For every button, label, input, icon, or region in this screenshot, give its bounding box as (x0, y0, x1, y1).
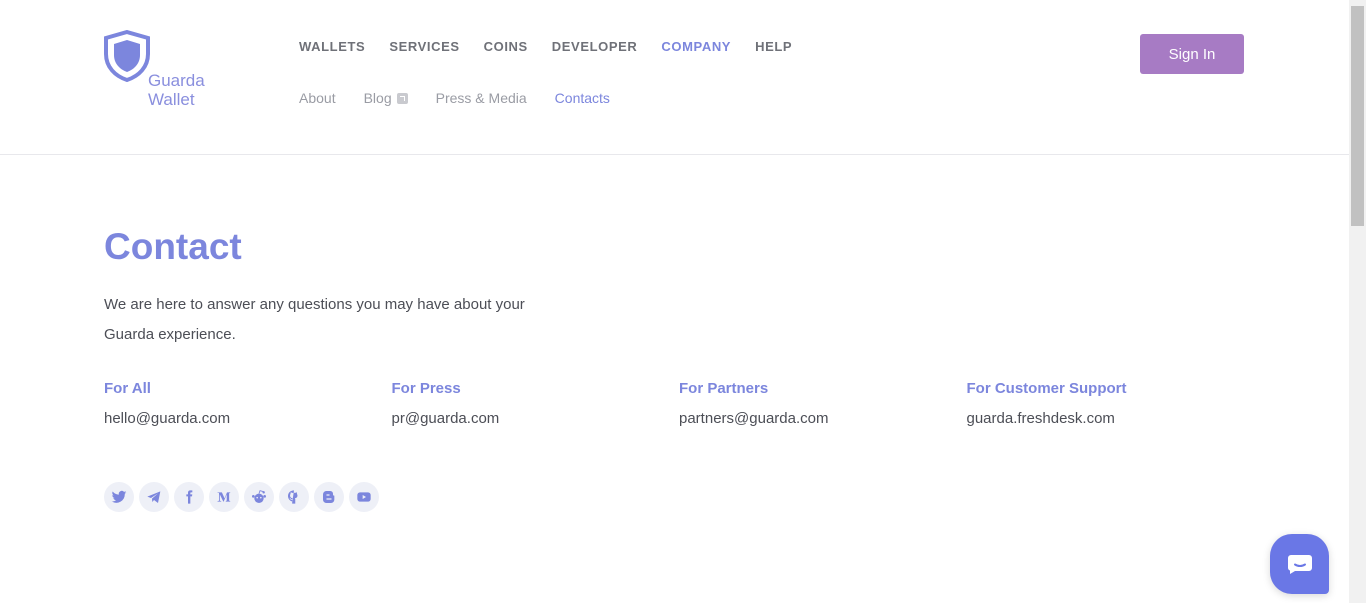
guarda-logo[interactable]: Guarda Wallet (104, 30, 224, 112)
logo-wordmark: Guarda Wallet (148, 71, 205, 109)
scrollbar-thumb[interactable] (1351, 6, 1364, 226)
contacts-grid: For All hello@guarda.com For Press pr@gu… (104, 380, 1254, 427)
external-link-icon (396, 92, 408, 104)
subnav-blog-label: Blog (363, 90, 392, 106)
main-nav: WALLETS SERVICES COINS DEVELOPER COMPANY… (299, 39, 792, 54)
chat-widget-button[interactable] (1270, 534, 1329, 594)
nav-help[interactable]: HELP (755, 39, 792, 54)
social-links (104, 482, 379, 512)
subnav-contacts[interactable]: Contacts (555, 90, 610, 106)
subnav-press-media[interactable]: Press & Media (436, 90, 527, 106)
nav-developer[interactable]: DEVELOPER (552, 39, 638, 54)
nav-coins[interactable]: COINS (484, 39, 528, 54)
contact-for-partners: For Partners partners@guarda.com (679, 380, 967, 427)
contact-heading: For Customer Support (966, 380, 1127, 397)
subnav-press-label: Press & Media (435, 90, 527, 106)
contact-email-link[interactable]: pr@guarda.com (392, 410, 680, 427)
contact-heading: For Partners (679, 380, 769, 397)
page-scrollbar[interactable] (1349, 0, 1366, 603)
logo-line-1: Guarda (148, 71, 205, 90)
nav-wallets[interactable]: WALLETS (299, 39, 365, 54)
sign-in-button[interactable]: Sign In (1140, 34, 1244, 74)
shield-logo-icon (104, 30, 150, 82)
contact-email-link[interactable]: partners@guarda.com (679, 410, 967, 427)
nav-services[interactable]: SERVICES (389, 39, 459, 54)
page-intro: We are here to answer any questions you … (104, 296, 525, 343)
medium-icon[interactable] (209, 482, 239, 512)
reddit-icon[interactable] (244, 482, 274, 512)
contact-for-support: For Customer Support guarda.freshdesk.co… (967, 380, 1255, 427)
chat-bubble-icon (1287, 555, 1312, 574)
contact-support-link[interactable]: guarda.freshdesk.com (967, 410, 1255, 427)
youtube-icon[interactable] (349, 482, 379, 512)
page-title: Contact (104, 226, 242, 267)
telegram-icon[interactable] (139, 482, 169, 512)
nav-company[interactable]: COMPANY (661, 39, 731, 54)
subnav-about-label: About (299, 90, 336, 106)
subnav-blog[interactable]: Blog (364, 90, 408, 106)
contact-for-all: For All hello@guarda.com (104, 380, 392, 427)
facebook-icon[interactable] (174, 482, 204, 512)
twitter-icon[interactable] (104, 482, 134, 512)
contact-heading: For Press (391, 380, 461, 397)
github-icon[interactable] (279, 482, 309, 512)
site-header: Guarda Wallet WALLETS SERVICES COINS DEV… (0, 0, 1349, 155)
logo-line-2: Wallet (148, 90, 195, 109)
subnav-contacts-label: Contacts (554, 90, 610, 106)
contact-heading: For All (104, 380, 151, 397)
blogger-icon[interactable] (314, 482, 344, 512)
contact-for-press: For Press pr@guarda.com (392, 380, 680, 427)
contact-email-link[interactable]: hello@guarda.com (104, 410, 392, 427)
subnav-about[interactable]: About (299, 90, 336, 106)
company-sub-nav: About Blog Press & Media Contacts (299, 90, 610, 106)
